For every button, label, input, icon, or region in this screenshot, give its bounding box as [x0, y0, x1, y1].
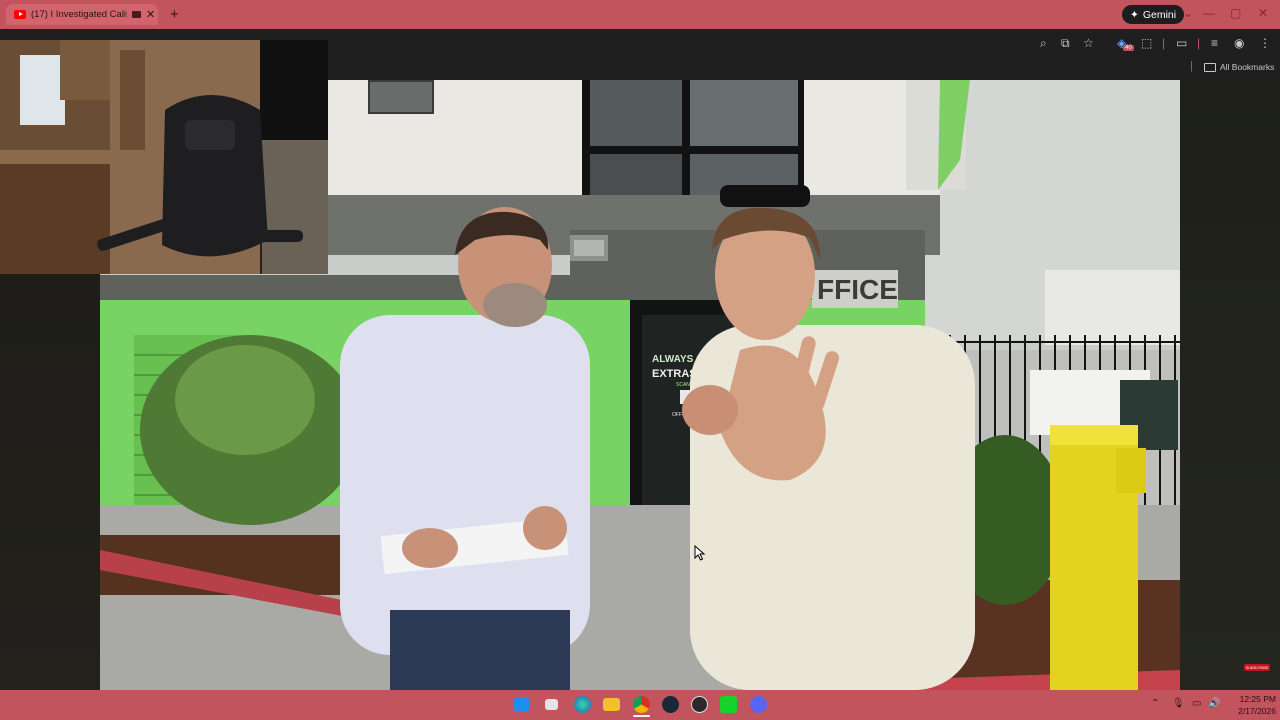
- green-app-icon[interactable]: [720, 696, 737, 713]
- volume-icon[interactable]: 🔊: [1208, 698, 1220, 709]
- menu-kebab-icon[interactable]: ⋮: [1259, 36, 1271, 50]
- discord-icon[interactable]: [750, 696, 767, 713]
- monitor: [260, 40, 328, 140]
- profile-icon[interactable]: ◉: [1234, 36, 1244, 50]
- clock-time: 12:25 PM: [1239, 694, 1276, 704]
- browser-tab-active[interactable]: (17) I Investigated Californi ✕: [6, 4, 158, 25]
- display-icon[interactable]: ▭: [1192, 698, 1201, 709]
- divider: |: [1190, 60, 1193, 72]
- office-sign-text: FFICE: [817, 274, 898, 305]
- tab-search-icon[interactable]: ⌄: [1183, 6, 1193, 20]
- system-clock[interactable]: 12:25 PM 2/17/2026: [1224, 693, 1276, 717]
- windows-start-icon[interactable]: [514, 697, 529, 712]
- all-bookmarks-label: All Bookmarks: [1220, 62, 1275, 72]
- windows-taskbar: ⌃ 🎙 ▭ 🔊 12:25 PM 2/17/2026: [0, 690, 1280, 720]
- bookmark-star-icon[interactable]: ☆: [1083, 36, 1094, 50]
- minimize-icon[interactable]: —: [1203, 6, 1215, 20]
- video-letterbox-right: [1180, 80, 1280, 690]
- room-window: [20, 55, 65, 125]
- maximize-icon[interactable]: ▢: [1230, 6, 1241, 20]
- obs-icon[interactable]: [691, 696, 708, 713]
- couch: [262, 140, 328, 274]
- gaming-chair: [162, 95, 268, 257]
- chrome-icon[interactable]: [633, 696, 650, 713]
- subscribe-badge[interactable]: SUBSCRIBE: [1244, 664, 1270, 671]
- install-app-icon[interactable]: ⧉: [1061, 36, 1070, 51]
- webcam-scene: [0, 40, 328, 274]
- tab-audio-icon[interactable]: [132, 11, 141, 18]
- close-window-icon[interactable]: ✕: [1258, 6, 1268, 20]
- mouse-cursor-icon: [694, 545, 706, 561]
- sidebar-icon[interactable]: ▭: [1176, 36, 1187, 50]
- edge-icon[interactable]: [574, 696, 591, 713]
- steam-icon[interactable]: [662, 696, 679, 713]
- close-tab-icon[interactable]: ✕: [146, 8, 155, 21]
- clock-date: 2/17/2026: [1238, 706, 1276, 716]
- extension-badge: 40: [1123, 45, 1134, 51]
- gemini-label: Gemini: [1142, 8, 1177, 21]
- zoom-icon[interactable]: ⌕: [1040, 36, 1047, 51]
- task-view-icon[interactable]: [545, 699, 558, 710]
- new-tab-icon[interactable]: +: [170, 6, 179, 23]
- background-building: [1045, 270, 1180, 345]
- divider: |: [1197, 36, 1201, 50]
- tab-title: (17) I Investigated Californi: [31, 9, 127, 20]
- folder-icon: [1204, 62, 1216, 72]
- reading-list-icon[interactable]: ≡: [1211, 36, 1218, 50]
- gemini-sparkle-icon: ✦: [1130, 8, 1139, 21]
- extensions-puzzle-icon[interactable]: ⬚: [1141, 36, 1152, 50]
- browser-title-bar: (17) I Investigated Californi ✕ + ✦ Gemi…: [0, 0, 1280, 29]
- file-explorer-icon[interactable]: [603, 698, 620, 711]
- tray-overflow-icon[interactable]: ⌃: [1151, 698, 1159, 709]
- desk: [0, 150, 110, 274]
- divider: |: [1162, 36, 1166, 50]
- microphone-icon[interactable]: 🎙: [1172, 698, 1185, 709]
- webcam-overlay: [0, 40, 328, 274]
- gemini-button[interactable]: ✦ Gemini: [1122, 5, 1185, 24]
- all-bookmarks-button[interactable]: All Bookmarks: [1204, 62, 1274, 72]
- youtube-icon: [14, 10, 26, 19]
- active-app-indicator: [633, 715, 650, 717]
